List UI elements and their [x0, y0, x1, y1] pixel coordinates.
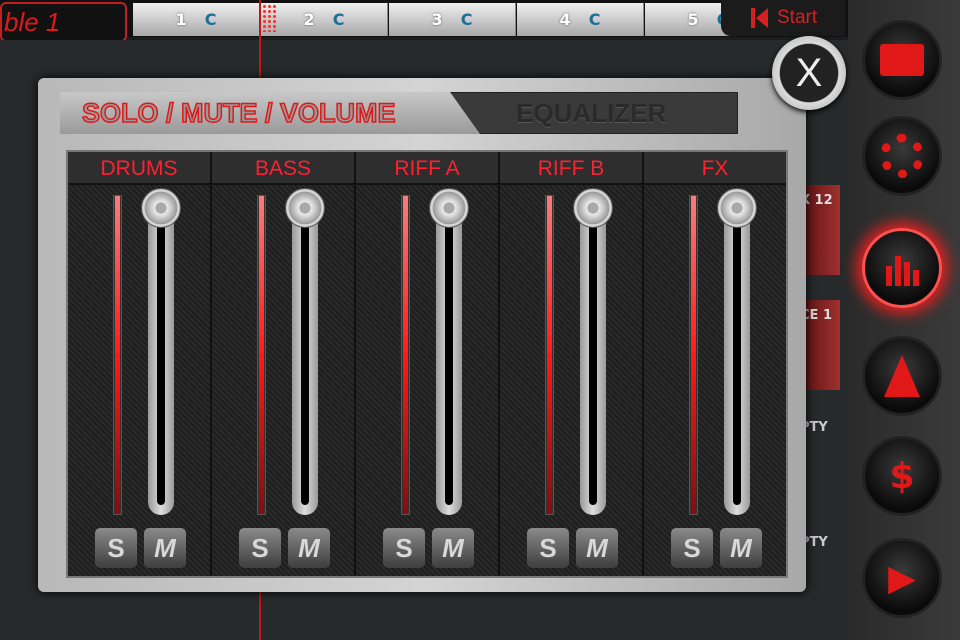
- channel-strip: RIFF A S M: [356, 152, 500, 576]
- beat-chord: C: [332, 10, 345, 29]
- beat-number: 5: [687, 10, 699, 29]
- mixer-icon: [885, 250, 919, 286]
- beat-chord: C: [460, 10, 473, 29]
- volume-slider-track[interactable]: [436, 197, 462, 515]
- slot: X 12: [800, 185, 840, 275]
- solo-button[interactable]: S: [383, 528, 425, 568]
- level-meter-fill: [403, 196, 408, 514]
- channel-strip: FX S M: [644, 152, 786, 576]
- channel-name: BASS: [212, 152, 354, 185]
- level-meter: [401, 195, 410, 515]
- slot: PTY: [800, 420, 828, 435]
- solo-button[interactable]: S: [671, 528, 713, 568]
- volume-slider-knob[interactable]: [717, 188, 757, 228]
- level-meter-fill: [259, 196, 264, 514]
- mixer-panel: DRUMS S M BASS S M RIFF A S M RIFF B S M…: [66, 150, 788, 578]
- channel-strip: BASS S M: [212, 152, 356, 576]
- dollar-icon: $: [889, 455, 915, 497]
- start-button[interactable]: Start: [721, 0, 845, 36]
- beat-number: 2: [303, 10, 315, 29]
- pattern-name[interactable]: ble 1: [0, 2, 127, 42]
- beat-4[interactable]: 4C: [517, 3, 644, 36]
- channel-name: RIFF B: [500, 152, 642, 185]
- beat-number: 3: [431, 10, 443, 29]
- mute-button[interactable]: M: [432, 528, 474, 568]
- metronome-button[interactable]: [862, 336, 942, 416]
- folder-icon: [880, 44, 924, 76]
- mixer-button[interactable]: [862, 228, 942, 308]
- volume-slider-knob[interactable]: [573, 188, 613, 228]
- volume-slider-track[interactable]: [724, 197, 750, 515]
- solo-button[interactable]: S: [239, 528, 281, 568]
- beat-chord: C: [204, 10, 217, 29]
- beat-number: 4: [559, 10, 571, 29]
- channel-strip: RIFF B S M: [500, 152, 644, 576]
- channel-strip: DRUMS S M: [68, 152, 212, 576]
- level-meter: [545, 195, 554, 515]
- channel-name: DRUMS: [68, 152, 210, 185]
- volume-slider-track[interactable]: [580, 197, 606, 515]
- channel-name: FX: [644, 152, 786, 185]
- beat-chord: C: [588, 10, 601, 29]
- tab-equalizer[interactable]: EQUALIZER: [500, 92, 738, 134]
- close-button[interactable]: X: [772, 36, 846, 110]
- play-button[interactable]: ▶: [862, 538, 942, 618]
- mute-button[interactable]: M: [576, 528, 618, 568]
- level-meter: [689, 195, 698, 515]
- slot: CE 1: [800, 300, 840, 390]
- volume-slider-knob[interactable]: [429, 188, 469, 228]
- beat-1[interactable]: 1C: [133, 3, 260, 36]
- open-folder-button[interactable]: [862, 20, 942, 100]
- beat-3[interactable]: 3C: [389, 3, 516, 36]
- volume-slider-knob[interactable]: [141, 188, 181, 228]
- level-meter-fill: [691, 196, 696, 514]
- level-meter-fill: [115, 196, 120, 514]
- tab-solo-mute-volume[interactable]: SOLO / MUTE / VOLUME: [60, 92, 480, 134]
- volume-slider-knob[interactable]: [285, 188, 325, 228]
- volume-slider-track[interactable]: [148, 197, 174, 515]
- level-meter: [257, 195, 266, 515]
- mute-button[interactable]: M: [144, 528, 186, 568]
- volume-slider-track[interactable]: [292, 197, 318, 515]
- settings-button[interactable]: [862, 116, 942, 196]
- mute-button[interactable]: M: [720, 528, 762, 568]
- solo-button[interactable]: S: [527, 528, 569, 568]
- slot: PTY: [800, 535, 828, 550]
- store-button[interactable]: $: [862, 436, 942, 516]
- level-meter: [113, 195, 122, 515]
- play-icon: ▶: [888, 557, 916, 599]
- beat-number: 1: [175, 10, 187, 29]
- playhead-marker-icon[interactable]: [262, 4, 276, 32]
- level-meter-fill: [547, 196, 552, 514]
- skip-back-icon: [751, 8, 768, 28]
- start-label: Start: [777, 7, 818, 28]
- mute-button[interactable]: M: [288, 528, 330, 568]
- beat-2[interactable]: 2C: [261, 3, 388, 36]
- channel-name: RIFF A: [356, 152, 498, 185]
- solo-button[interactable]: S: [95, 528, 137, 568]
- gear-icon: [880, 134, 924, 178]
- metronome-icon: [884, 355, 920, 397]
